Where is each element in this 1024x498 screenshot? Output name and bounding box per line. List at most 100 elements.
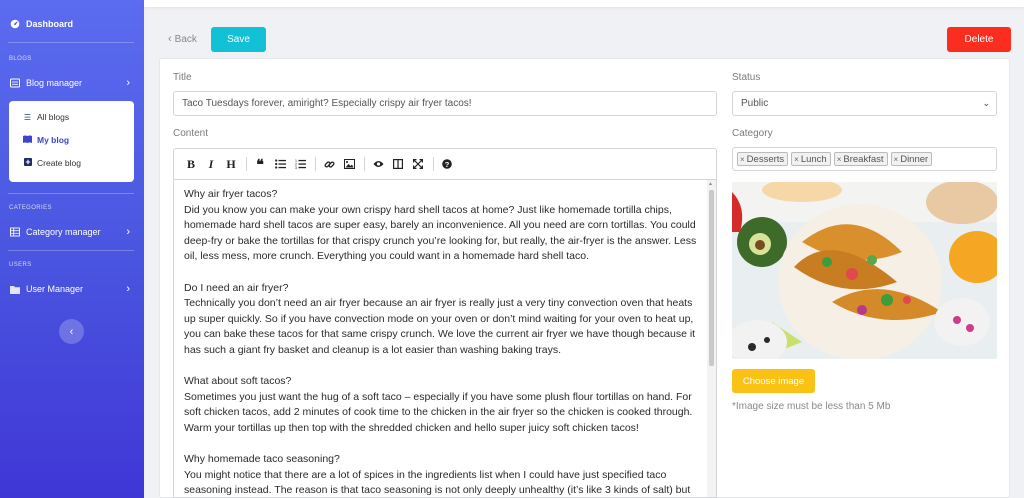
content-editor[interactable]: Why air fryer tacos? Did you know you can… bbox=[173, 180, 717, 498]
chevron-left-icon: ‹ bbox=[168, 33, 172, 45]
category-tag-label: Lunch bbox=[800, 153, 827, 165]
submenu-item-label: My blog bbox=[37, 135, 70, 145]
category-tag: × Dinner bbox=[890, 152, 933, 166]
remove-tag-icon[interactable]: × bbox=[794, 155, 799, 164]
delete-button[interactable]: Delete bbox=[947, 27, 1011, 52]
plus-square-icon bbox=[23, 158, 32, 168]
book-icon bbox=[23, 135, 32, 145]
save-button[interactable]: Save bbox=[211, 27, 266, 52]
bold-icon[interactable]: B bbox=[184, 157, 198, 171]
section-heading-blogs: BLOGS bbox=[9, 56, 32, 62]
submenu-item-create-blog[interactable]: Create blog bbox=[23, 158, 81, 168]
sidebar-item-label: User Manager bbox=[26, 284, 84, 294]
sidebar-item-label: Dashboard bbox=[26, 19, 74, 29]
chevron-left-icon: ‹ bbox=[69, 325, 74, 338]
sidebar-item-dashboard[interactable]: Dashboard bbox=[10, 19, 73, 29]
chevron-right-icon: › bbox=[126, 77, 130, 89]
status-value: Public bbox=[741, 98, 769, 109]
submenu-item-my-blog[interactable]: My blog bbox=[23, 135, 69, 145]
folder-icon bbox=[10, 284, 20, 294]
blog-image bbox=[732, 182, 997, 359]
collapse-sidebar-button[interactable]: ‹ bbox=[59, 319, 84, 344]
section-heading-users: USERS bbox=[9, 262, 32, 268]
sidebar-item-blog-manager[interactable]: Blog manager bbox=[10, 78, 134, 88]
category-select[interactable]: × Desserts × Lunch × Breakfast × Dinner bbox=[732, 147, 997, 171]
divider bbox=[8, 193, 134, 194]
editor-paragraph: What about soft tacos? bbox=[184, 375, 292, 388]
sidebar-item-label: Blog manager bbox=[26, 78, 83, 88]
divider bbox=[8, 250, 134, 251]
help-icon[interactable]: ? bbox=[440, 157, 454, 171]
status-select[interactable]: Public ⌄ bbox=[732, 91, 997, 116]
editor-paragraph: Why air fryer tacos? bbox=[184, 188, 278, 200]
list-icon: ☰ bbox=[23, 112, 32, 122]
chevron-right-icon: › bbox=[126, 283, 130, 295]
fullscreen-icon[interactable] bbox=[411, 157, 425, 171]
submenu-item-label: All blogs bbox=[37, 112, 70, 122]
editor-paragraph: You might notice that there are a lot of… bbox=[184, 468, 691, 497]
sidebar-item-label: Category manager bbox=[26, 227, 101, 237]
sidebar-item-user-manager[interactable]: User Manager bbox=[10, 284, 83, 294]
title-label: Title bbox=[173, 72, 192, 83]
image-icon[interactable] bbox=[342, 157, 356, 171]
editor-paragraph: Did you know you can make your own crisp… bbox=[184, 203, 697, 263]
link-icon[interactable] bbox=[322, 157, 336, 171]
category-tag-label: Breakfast bbox=[843, 153, 884, 165]
category-tag: × Lunch bbox=[791, 152, 831, 166]
toolbar-divider bbox=[246, 157, 247, 171]
toolbar-divider bbox=[364, 157, 365, 171]
chevron-down-icon: ⌄ bbox=[982, 98, 990, 108]
remove-tag-icon[interactable]: × bbox=[740, 155, 745, 164]
editor-text: Why air fryer tacos? Did you know you can… bbox=[184, 187, 700, 497]
submenu-item-all-blogs[interactable]: ☰ All blogs bbox=[23, 112, 69, 122]
editor-paragraph: Why homemade taco seasoning? bbox=[184, 453, 340, 466]
choose-image-button[interactable]: Choose image bbox=[732, 369, 815, 393]
heading-icon[interactable]: H bbox=[224, 157, 238, 171]
category-tag: × Desserts bbox=[737, 152, 789, 166]
preview-icon[interactable] bbox=[371, 157, 385, 171]
blog-submenu: ☰ All blogs My blog Create blog bbox=[9, 101, 134, 182]
category-tag: × Breakfast bbox=[833, 152, 888, 166]
dashboard-icon bbox=[10, 19, 20, 29]
content-label: Content bbox=[173, 128, 209, 139]
side-by-side-icon[interactable] bbox=[391, 157, 405, 171]
editor-paragraph: Sometimes you just want the hug of a sof… bbox=[184, 390, 693, 434]
top-bar bbox=[144, 0, 1024, 7]
category-tag-label: Desserts bbox=[746, 153, 785, 165]
editor-scrollbar[interactable]: ▲ bbox=[707, 180, 716, 497]
remove-tag-icon[interactable]: × bbox=[894, 155, 899, 164]
divider bbox=[8, 42, 134, 43]
chevron-right-icon: › bbox=[126, 226, 130, 238]
category-label: Category bbox=[732, 128, 773, 139]
quote-icon[interactable]: ❝ bbox=[253, 156, 267, 172]
svg-text:3: 3 bbox=[295, 166, 297, 169]
scroll-up-icon: ▲ bbox=[708, 181, 713, 187]
editor-paragraph: Technically you don’t need an air fryer … bbox=[184, 297, 696, 356]
submenu-item-label: Create blog bbox=[37, 158, 81, 168]
image-size-hint: *Image size must be less than 5 Mb bbox=[732, 401, 891, 412]
section-heading-categories: CATEGORIES bbox=[9, 205, 52, 211]
back-label: Back bbox=[174, 33, 197, 45]
category-tag-label: Dinner bbox=[900, 153, 929, 165]
unordered-list-icon[interactable] bbox=[273, 157, 287, 171]
sidebar-item-category-manager[interactable]: Category manager bbox=[10, 227, 101, 237]
editor-toolbar: B I H ❝ 123 ? bbox=[173, 148, 717, 180]
title-value: Taco Tuesdays forever, amiright? Especia… bbox=[182, 98, 472, 109]
table-icon bbox=[10, 227, 20, 237]
scrollbar-thumb[interactable] bbox=[709, 190, 714, 366]
sidebar: Dashboard BLOGS Blog manager › ☰ All blo… bbox=[0, 0, 144, 498]
italic-icon[interactable]: I bbox=[204, 157, 218, 171]
editor-paragraph: Do I need an air fryer? bbox=[184, 281, 289, 294]
ordered-list-icon[interactable]: 123 bbox=[293, 157, 307, 171]
status-label: Status bbox=[732, 72, 761, 83]
toolbar-divider bbox=[315, 157, 316, 171]
title-input[interactable]: Taco Tuesdays forever, amiright? Especia… bbox=[173, 91, 717, 116]
toolbar-divider bbox=[433, 157, 434, 171]
back-link[interactable]: ‹ Back bbox=[168, 33, 197, 45]
svg-text:?: ? bbox=[445, 160, 450, 169]
list-box-icon bbox=[10, 78, 20, 88]
remove-tag-icon[interactable]: × bbox=[837, 155, 842, 164]
